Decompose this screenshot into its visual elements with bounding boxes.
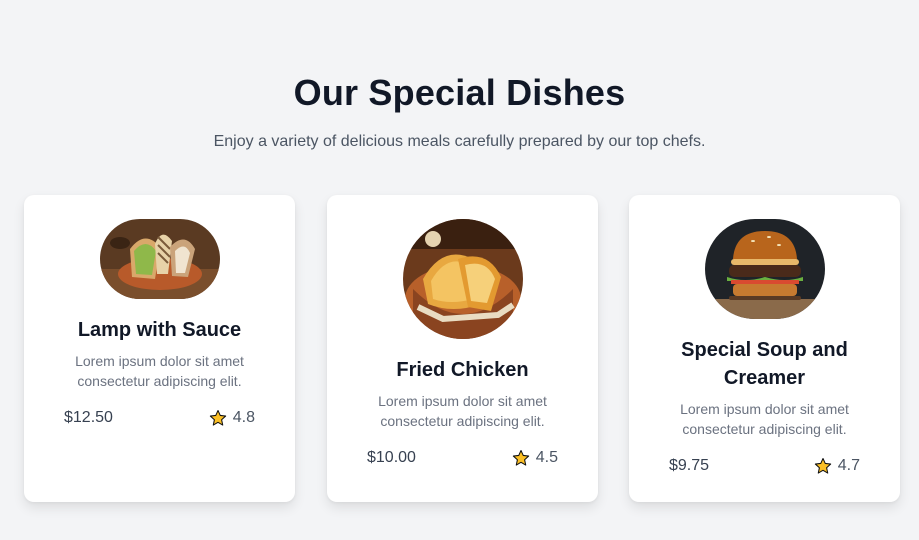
rating-value: 4.7: [837, 457, 860, 474]
dish-name: Lamp with Sauce: [77, 319, 242, 341]
dish-rating: 4.5: [512, 449, 558, 467]
dish-name: Special Soup and Creamer: [681, 339, 848, 389]
special-dishes-section: Our Special Dishes Enjoy a variety of de…: [0, 0, 919, 540]
dish-price: $12.50: [64, 409, 113, 426]
dish-rating: 4.8: [209, 409, 255, 427]
rating-value: 4.8: [232, 409, 255, 426]
dish-card[interactable]: Fried Chicken Lorem ipsum dolor sit amet…: [327, 195, 598, 502]
rating-value: 4.5: [535, 449, 558, 466]
star-icon: [512, 449, 529, 466]
section-subtitle: Enjoy a variety of delicious meals caref…: [213, 133, 706, 150]
dish-description: Lorem ipsum dolor sit amet consectetur a…: [680, 401, 849, 437]
dish-name: Fried Chicken: [396, 359, 529, 381]
dish-card[interactable]: Special Soup and Creamer Lorem ipsum dol…: [629, 195, 900, 502]
dish-image: [402, 219, 523, 339]
star-icon: [209, 409, 226, 426]
dish-description: Lorem ipsum dolor sit amet consectetur a…: [75, 353, 244, 389]
star-icon: [814, 457, 831, 474]
dish-description: Lorem ipsum dolor sit amet consectetur a…: [378, 393, 547, 429]
dish-image: [99, 219, 220, 299]
dish-price: $9.75: [669, 457, 710, 474]
section-title: Our Special Dishes: [293, 72, 626, 113]
dish-image: [704, 219, 825, 319]
dish-price: $10.00: [367, 449, 416, 466]
dish-card[interactable]: Lamp with Sauce Lorem ipsum dolor sit am…: [24, 195, 295, 502]
dish-rating: 4.7: [814, 457, 860, 475]
